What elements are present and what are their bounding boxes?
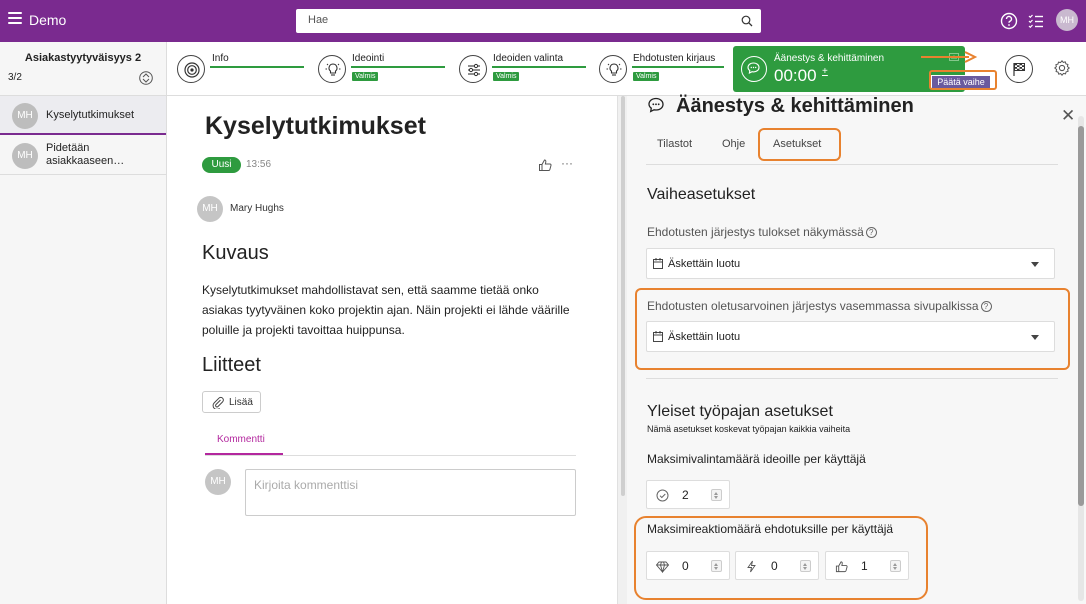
idea-description: Kyselytutkimukset mahdollistavat sen, et… <box>202 283 570 337</box>
author-name: Mary Hughs <box>230 203 284 214</box>
phase-info-label[interactable]: Info <box>212 53 229 64</box>
idea-count: 3/2 <box>8 72 22 83</box>
phase-ideoiden-valinta-label[interactable]: Ideoiden valinta <box>493 53 563 64</box>
sidebar-item-label: Pidetään asiakkaaseen… <box>46 142 125 167</box>
checklist-icon[interactable] <box>1026 11 1046 31</box>
tab-divider <box>205 455 576 456</box>
sliders-icon <box>468 63 480 77</box>
order-label: Ehdotusten järjestys tulokset näkymässä? <box>647 225 877 239</box>
phase-settings-heading: Vaiheasetukset <box>647 186 756 203</box>
highlight-asetukset-tab <box>758 128 841 161</box>
phase-ideointi-label[interactable]: Ideointi <box>352 53 384 64</box>
phase-ideointi-progress <box>351 66 445 68</box>
top-bar: Demo MH <box>0 0 1086 42</box>
phase-ideointi-button[interactable] <box>318 55 346 83</box>
stepper-arrows[interactable] <box>711 489 722 501</box>
add-attachment-label: Lisää <box>229 397 253 408</box>
status-badge: Uusi <box>202 157 241 173</box>
search-icon[interactable] <box>741 15 753 27</box>
phase-info-progress <box>210 66 304 68</box>
panel-scrollbar-thumb[interactable] <box>1078 126 1084 506</box>
max-selections-stepper[interactable]: 2 <box>646 480 730 509</box>
check-circle-icon <box>656 489 669 502</box>
tab-comment[interactable]: Kommentti <box>217 434 265 445</box>
attachments-heading: Liitteet <box>202 354 261 376</box>
highlight-default-order <box>635 288 1070 370</box>
middle-scrollbar[interactable] <box>621 96 625 496</box>
status-badge: Valmis <box>352 72 379 81</box>
commenter-avatar: MH <box>205 469 231 495</box>
phase-ehdotusten-kirjaus-label[interactable]: Ehdotusten kirjaus <box>633 53 715 64</box>
paperclip-icon <box>212 396 224 409</box>
lightbulb-icon <box>325 63 341 76</box>
phase-settings-panel: Äänestys & kehittäminen ✕ Tilastot Ohje … <box>627 95 1086 604</box>
pane-divider[interactable] <box>617 96 627 604</box>
idea-title: Kyselytutkimukset <box>205 112 426 140</box>
tab-ohje[interactable]: Ohje <box>722 138 745 150</box>
workshop-title: Asiakastyytyväisyys 2 <box>24 52 142 64</box>
highlight-end-phase <box>929 70 997 90</box>
sidebar-item-kyselytutkimukset[interactable]: MH Kyselytutkimukset <box>0 96 166 135</box>
phase-timer: 00:00 <box>774 66 817 85</box>
idea-detail: Kyselytutkimukset Uusi 13:56 ··· MH Mary… <box>167 96 617 604</box>
order-select-value: Äskettäin luotu <box>668 258 741 270</box>
general-settings-heading: Yleiset työpajan asetukset <box>647 403 833 420</box>
more-options-button[interactable]: ··· <box>561 156 573 170</box>
chat-bubble-icon <box>741 56 767 82</box>
add-attachment-button[interactable]: Lisää <box>202 391 261 413</box>
close-icon[interactable]: ✕ <box>1061 106 1075 126</box>
tab-divider <box>646 164 1058 165</box>
order-label-text: Ehdotusten järjestys tulokset näkymässä <box>647 225 864 239</box>
help-icon[interactable] <box>999 11 1019 31</box>
idea-timestamp: 13:56 <box>246 159 272 170</box>
phase-ehdotusten-kirjaus-button[interactable] <box>599 55 627 83</box>
author-avatar: MH <box>197 196 223 222</box>
user-avatar[interactable]: MH <box>1056 9 1078 31</box>
ideas-sidebar: Asiakastyytyväisyys 2 3/2 MH Kyselytutki… <box>0 42 167 604</box>
checkered-flag-icon <box>1013 63 1025 76</box>
add-time-button[interactable]: + <box>822 66 828 77</box>
phase-info-button[interactable] <box>177 55 205 83</box>
panel-scrollbar[interactable] <box>1078 116 1084 601</box>
phase-ehdotusten-kirjaus-progress <box>632 66 724 68</box>
sort-icon[interactable] <box>139 70 153 86</box>
active-phase-label: Äänestys & kehittäminen <box>774 53 885 64</box>
help-icon[interactable]: ? <box>865 227 877 238</box>
max-selections-label: Maksimivalintamäärä ideoille per käyttäj… <box>647 452 866 466</box>
chat-bubble-icon <box>648 97 664 113</box>
lightbulb-icon <box>606 63 622 76</box>
section-divider <box>646 378 1058 379</box>
phase-bar: Info Ideointi Valmis Ideoiden valinta Va… <box>167 42 1086 96</box>
sidebar-item-label: Kyselytutkimukset <box>46 109 135 121</box>
phase-ideoiden-valinta-progress <box>492 66 586 68</box>
status-badge: Valmis <box>633 72 660 81</box>
annotation-arrow <box>921 51 978 63</box>
calendar-icon <box>653 258 663 269</box>
avatar: MH <box>12 143 38 169</box>
comment-input[interactable] <box>245 469 576 516</box>
hamburger-menu-icon[interactable] <box>8 12 22 26</box>
panel-title: Äänestys & kehittäminen <box>676 95 914 117</box>
description-heading: Kuvaus <box>202 242 269 264</box>
avatar: MH <box>12 103 38 129</box>
chevron-down-icon <box>1031 262 1039 267</box>
thumbs-up-icon[interactable] <box>538 158 552 172</box>
phase-ideoiden-valinta-button[interactable] <box>459 55 487 83</box>
max-selections-value: 2 <box>682 488 689 502</box>
tab-tilastot[interactable]: Tilastot <box>657 138 692 150</box>
sidebar-item-pidetaan[interactable]: MH Pidetään asiakkaaseen… <box>0 136 166 175</box>
search-input[interactable] <box>296 9 716 31</box>
general-settings-subtitle: Nämä asetukset koskevat työpajan kaikkia… <box>647 424 851 434</box>
sidebar-header: Asiakastyytyväisyys 2 3/2 <box>0 42 166 96</box>
highlight-max-reactions <box>634 516 928 600</box>
finish-workshop-button[interactable] <box>1005 55 1033 83</box>
status-badge: Valmis <box>493 72 520 81</box>
search-box <box>296 9 761 33</box>
app-title: Demo <box>29 12 67 28</box>
target-icon <box>184 62 200 78</box>
settings-gear-icon[interactable] <box>1053 59 1071 77</box>
order-select[interactable]: Äskettäin luotu <box>646 248 1055 279</box>
